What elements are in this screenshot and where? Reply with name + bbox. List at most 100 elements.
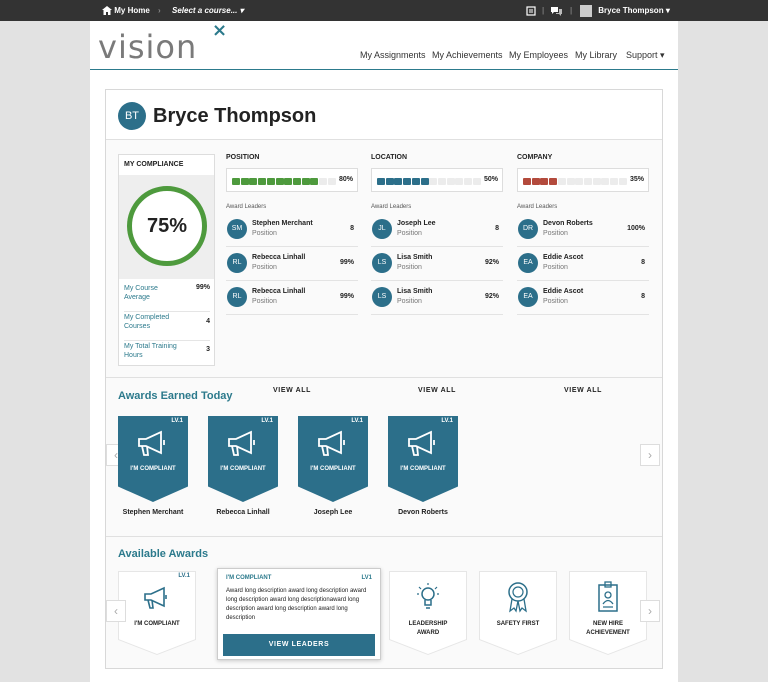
top-bar: My Home › Select a course... ▾ | | Bryce… [0, 0, 768, 21]
nav-my-achievements[interactable]: My Achievements [432, 50, 503, 60]
badge-level: LV.1 [351, 418, 363, 424]
available-awards-title: Available Awards [118, 548, 209, 560]
award-badge-earned[interactable]: LV.1 I'M COMPLIANT [208, 416, 278, 502]
home-link[interactable]: My Home [102, 0, 150, 21]
chat-icon[interactable] [551, 0, 562, 21]
megaphone-icon [316, 429, 350, 464]
award-badge-safety[interactable]: SAFETY FIRST [479, 571, 557, 655]
avatar: BT [118, 102, 146, 130]
progress-segment [377, 178, 385, 185]
megaphone-icon [144, 586, 167, 609]
progress-value: 50% [483, 176, 498, 183]
leader-row[interactable]: DR Devon Roberts Position 100% [517, 214, 649, 247]
chevron-right-icon[interactable]: › [640, 600, 660, 622]
progress-segment [566, 178, 575, 185]
popover-level: LV1 [361, 575, 372, 581]
progress-segment [249, 178, 258, 185]
nav-support[interactable]: Support ▾ [626, 50, 665, 61]
progress-segment [275, 178, 284, 185]
progress-segment [232, 178, 240, 185]
popover-description: Award long description award long descri… [226, 588, 367, 621]
avatar: EA [518, 287, 538, 307]
chevron-down-icon: ▾ [665, 6, 670, 15]
leader-row[interactable]: JL Joseph Lee Position 8 [371, 214, 503, 247]
chevron-right-icon[interactable]: › [640, 444, 660, 466]
progress-bar: 80% [226, 168, 358, 192]
notebook-icon[interactable] [526, 0, 536, 21]
megaphone-icon [406, 429, 440, 464]
award-badge-earned[interactable]: LV.1 I'M COMPLIANT [118, 416, 188, 502]
column-heading: LOCATION [371, 154, 408, 161]
stat-course-average[interactable]: My Course Average 99% [124, 284, 210, 312]
user-menu[interactable]: Bryce Thompson ▾ [580, 0, 670, 21]
nav-my-employees[interactable]: My Employees [509, 50, 568, 60]
progress-segment [472, 178, 481, 185]
progress-segment [292, 178, 301, 185]
badge-label: I'M COMPLIANT [400, 466, 446, 472]
page: vision × My Assignments My Achievements M… [90, 20, 678, 682]
progress-segment [437, 178, 446, 185]
progress-segment [319, 178, 327, 185]
badge-level: LV.1 [171, 418, 183, 424]
leader-row[interactable]: EA Eddie Ascot Position 8 [517, 282, 649, 315]
avatar: EA [518, 253, 538, 273]
progress-segment [411, 178, 420, 185]
award-leaders-label: Award Leaders [517, 204, 558, 210]
award-badge-new-hire[interactable]: NEW HIRE ACHIEVEMENT [569, 571, 647, 655]
stat-value: 3 [206, 346, 210, 353]
leader-row[interactable]: EA Eddie Ascot Position 8 [517, 248, 649, 281]
award-leaders-label: Award Leaders [226, 204, 267, 210]
award-badge-compliant[interactable]: LV.1 I'M COMPLIANT [118, 571, 196, 655]
progress-segment [284, 178, 293, 185]
leader-name: Stephen Merchant [252, 220, 313, 227]
leader-name: Lisa Smith [397, 254, 433, 261]
leader-row[interactable]: LS Lisa Smith Position 92% [371, 248, 503, 281]
nav-my-library[interactable]: My Library [575, 50, 617, 60]
award-badge-earned[interactable]: LV.1 I'M COMPLIANT [388, 416, 458, 502]
view-all-link[interactable]: VIEW ALL [517, 387, 649, 394]
stat-label: My Course Average [124, 285, 158, 301]
leader-role: Position [543, 264, 568, 271]
course-select[interactable]: Select a course... ▾ [172, 0, 244, 21]
progress-segment [531, 178, 540, 185]
compliance-percent: 75% [146, 215, 188, 237]
leader-role: Position [397, 230, 422, 237]
leader-value: 8 [350, 225, 354, 232]
progress-segment [385, 178, 394, 185]
leader-row[interactable]: SM Stephen Merchant Position 8 [226, 214, 358, 247]
stat-training-hours[interactable]: My Total Training Hours 3 [124, 342, 210, 364]
nav-my-assignments[interactable]: My Assignments [360, 50, 426, 60]
leader-name: Joseph Lee [397, 220, 436, 227]
badge-label: I'M COMPLIANT [310, 466, 356, 472]
section-divider [106, 536, 662, 537]
award-badge-earned[interactable]: LV.1 I'M COMPLIANT [298, 416, 368, 502]
view-all-link[interactable]: VIEW ALL [371, 387, 503, 394]
chevron-left-icon[interactable]: ‹ [106, 600, 126, 622]
breadcrumb-separator-icon: › [158, 6, 161, 15]
leader-role: Position [252, 264, 277, 271]
leader-row[interactable]: RL Rebecca Linhall Position 99% [226, 248, 358, 281]
leader-row[interactable]: LS Lisa Smith Position 92% [371, 282, 503, 315]
stat-label: My Completed Courses [124, 314, 170, 330]
leader-row[interactable]: RL Rebecca Linhall Position 99% [226, 282, 358, 315]
leader-role: Position [543, 230, 568, 237]
progress-segment [327, 178, 336, 185]
award-badge-leadership[interactable]: LEADERSHIP AWARD [389, 571, 467, 655]
badge-label: I'M COMPLIANT [134, 621, 180, 627]
location-column: LOCATION 50% Award Leaders JL Joseph Lee Posi… [371, 154, 503, 394]
view-leaders-button[interactable]: VIEW LEADERS [223, 634, 375, 656]
leader-value: 8 [641, 293, 645, 300]
id-badge-icon [598, 581, 618, 612]
leader-role: Position [397, 298, 422, 305]
leader-role: Position [397, 264, 422, 271]
stat-completed-courses[interactable]: My Completed Courses 4 [124, 313, 210, 341]
avatar-icon [580, 4, 592, 17]
avatar: SM [227, 219, 247, 239]
view-all-link[interactable]: VIEW ALL [226, 387, 358, 394]
progress-segment [446, 178, 455, 185]
progress-segment [455, 178, 464, 185]
leader-name: Lisa Smith [397, 288, 433, 295]
leader-value: 99% [339, 259, 354, 266]
progress-segment [420, 178, 429, 185]
compliance-ring: 75% [127, 186, 207, 266]
